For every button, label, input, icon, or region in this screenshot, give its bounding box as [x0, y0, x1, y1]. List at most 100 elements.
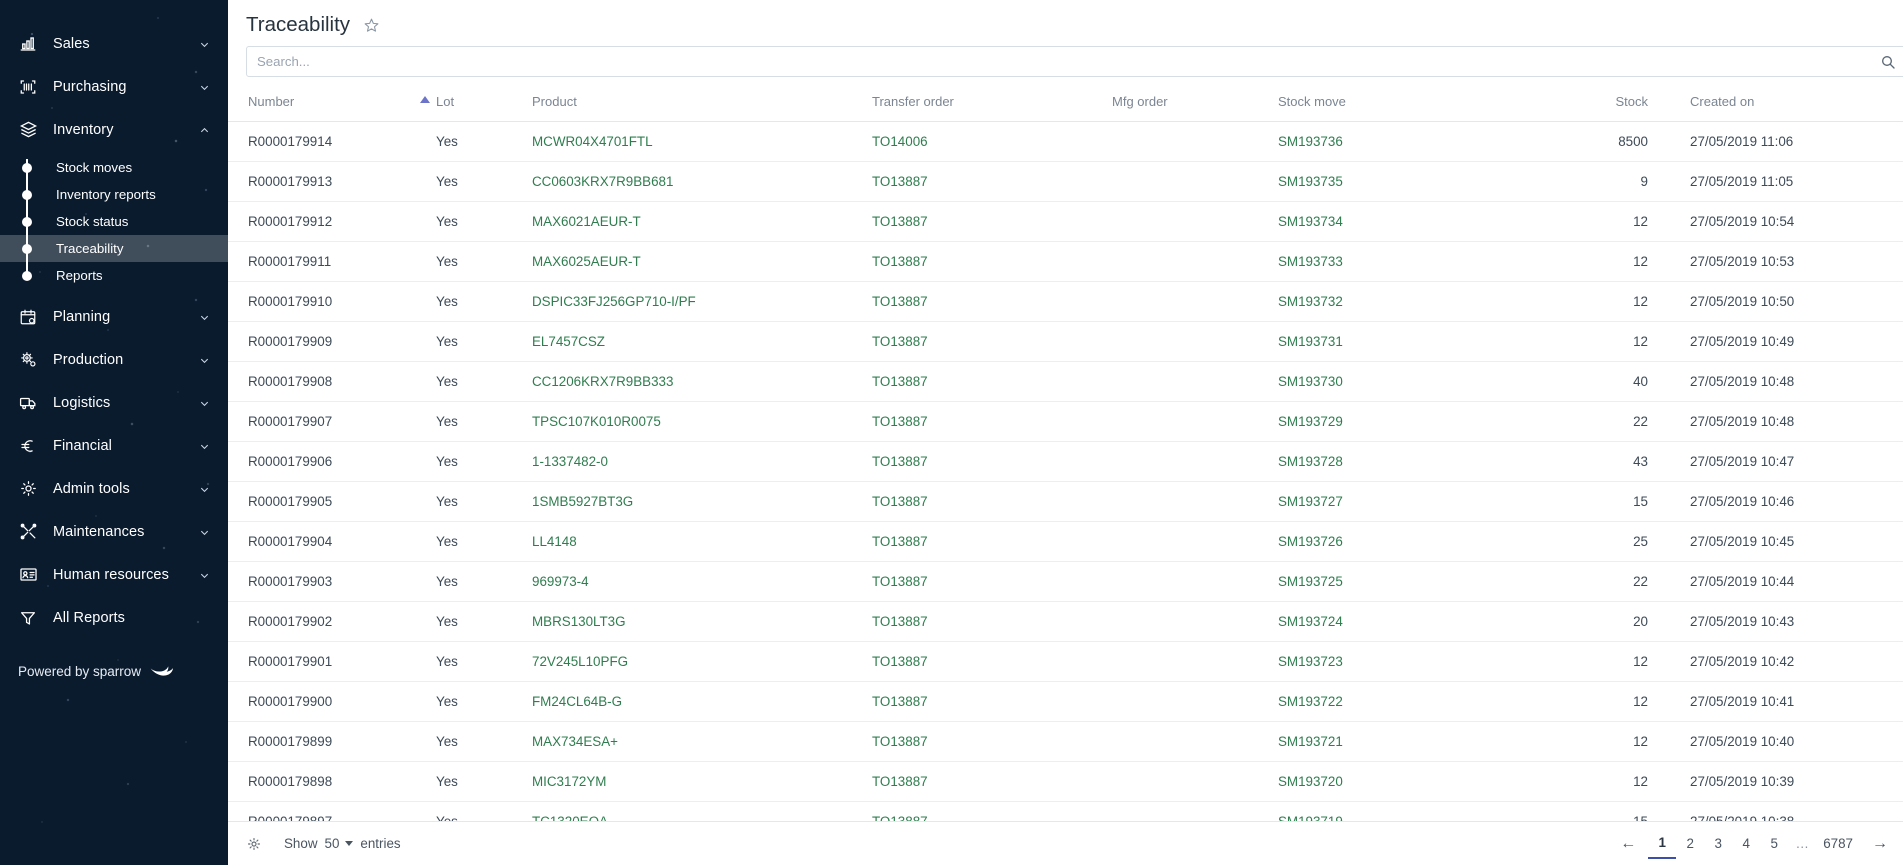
cell-transfer-order-link[interactable]: TO13887 — [872, 321, 1112, 362]
table-row[interactable]: R0000179912 Yes MAX6021AEUR-T TO13887 SM1937… — [228, 201, 1903, 242]
table-row[interactable]: R0000179897YesTC1320EOATO13887 SM19371915… — [228, 801, 1903, 821]
column-header-transfer-order[interactable]: Transfer order — [872, 88, 1112, 122]
table-row[interactable]: R0000179905 Yes 1SMB5927BT3G TO13887 SM19372… — [228, 481, 1903, 522]
pagination-page-3[interactable]: 3 — [1704, 829, 1732, 859]
table-row[interactable]: R0000179898 Yes MIC3172YM TO13887 SM193720 12… — [228, 761, 1903, 802]
table-row[interactable]: R0000179906 Yes 1-1337482-0 TO13887 SM193728… — [228, 441, 1903, 482]
cell-product-link[interactable]: TPSC107K010R0075 — [532, 401, 872, 442]
cell-stock-move-link[interactable]: SM193730 — [1278, 361, 1538, 402]
table-row[interactable]: R0000179910 Yes DSPIC33FJ256GP710-I/PF TO13… — [228, 281, 1903, 322]
cell-transfer-order-link[interactable]: TO13887 — [872, 401, 1112, 442]
cell-transfer-order-link[interactable]: TO13887 — [872, 361, 1112, 402]
cell-product-link[interactable]: MAX6025AEUR-T — [532, 241, 872, 282]
chevron-down-icon[interactable] — [199, 484, 210, 495]
column-header-created-on[interactable]: Created on — [1672, 88, 1903, 122]
pagination-page-1[interactable]: 1 — [1648, 829, 1677, 859]
sidebar-item-purchasing[interactable]: Purchasing — [0, 65, 228, 108]
cell-transfer-order-link[interactable]: TO13887 — [872, 801, 1112, 821]
chevron-up-icon[interactable] — [199, 125, 210, 136]
pagination-page-4[interactable]: 4 — [1732, 829, 1760, 859]
cell-transfer-order-link[interactable]: TO13887 — [872, 281, 1112, 322]
table-row[interactable]: R0000179899 Yes MAX734ESA+ TO13887 SM193721 1… — [228, 721, 1903, 762]
sidebar-item-planning[interactable]: Planning — [0, 295, 228, 338]
cell-transfer-order-link[interactable]: TO13887 — [872, 641, 1112, 682]
cell-stock-move-link[interactable]: SM193732 — [1278, 281, 1538, 322]
cell-transfer-order-link[interactable]: TO13887 — [872, 161, 1112, 202]
chevron-down-icon[interactable] — [199, 527, 210, 538]
cell-stock-move-link[interactable]: SM193731 — [1278, 321, 1538, 362]
column-header-stock-move[interactable]: Stock move — [1278, 88, 1538, 122]
cell-product-link[interactable]: CC1206KRX7R9BB333 — [532, 361, 872, 402]
cell-stock-move-link[interactable]: SM193725 — [1278, 561, 1538, 602]
table-row[interactable]: R0000179913 Yes CC0603KRX7R9BB681 TO13887 SM… — [228, 161, 1903, 202]
table-row[interactable]: R0000179907 Yes TPSC107K010R0075 TO13887 SM1… — [228, 401, 1903, 442]
sidebar-item-inventory-reports[interactable]: Inventory reports — [0, 181, 228, 208]
sidebar-item-admin-tools[interactable]: Admin tools — [0, 467, 228, 510]
star-icon[interactable] — [363, 17, 380, 34]
cell-product-link[interactable]: LL4148 — [532, 521, 872, 562]
table-row[interactable]: R0000179904 Yes LL4148 TO13887 SM193726 25 27/… — [228, 521, 1903, 562]
cell-stock-move-link[interactable]: SM193724 — [1278, 601, 1538, 642]
sidebar-item-logistics[interactable]: Logistics — [0, 381, 228, 424]
cell-product-link[interactable]: 969973-4 — [532, 561, 872, 602]
cell-product-link[interactable]: FM24CL64B-G — [532, 681, 872, 722]
cell-stock-move-link[interactable]: SM193720 — [1278, 761, 1538, 802]
entries-dropdown[interactable]: 50 — [325, 836, 354, 851]
cell-product-link[interactable]: DSPIC33FJ256GP710-I/PF — [532, 281, 872, 322]
cell-transfer-order-link[interactable]: TO14006 — [872, 121, 1112, 162]
sidebar-item-traceability[interactable]: Traceability — [0, 235, 228, 262]
cell-product-link[interactable]: 72V245L10PFG — [532, 641, 872, 682]
pagination-page-6787[interactable]: 6787 — [1816, 829, 1860, 859]
table-row[interactable]: R0000179900 Yes FM24CL64B-G TO13887 SM193722… — [228, 681, 1903, 722]
cell-product-link[interactable]: MAX6021AEUR-T — [532, 201, 872, 242]
search-icon[interactable] — [1876, 54, 1903, 70]
cell-stock-move-link[interactable]: SM193735 — [1278, 161, 1538, 202]
table-row[interactable]: R0000179911 Yes MAX6025AEUR-T TO13887 SM1937… — [228, 241, 1903, 282]
table-row[interactable]: R0000179903 Yes 969973-4 TO13887 SM193725 22 2… — [228, 561, 1903, 602]
sidebar-item-all-reports[interactable]: All Reports — [0, 596, 228, 639]
table-row[interactable]: R0000179909 Yes EL7457CSZ TO13887 SM193731 12… — [228, 321, 1903, 362]
sidebar-item-production[interactable]: Production — [0, 338, 228, 381]
chevron-down-icon[interactable] — [199, 570, 210, 581]
chevron-down-icon[interactable] — [199, 82, 210, 93]
pagination-page-2[interactable]: 2 — [1676, 829, 1704, 859]
cell-stock-move-link[interactable]: SM193723 — [1278, 641, 1538, 682]
cell-product-link[interactable]: CC0603KRX7R9BB681 — [532, 161, 872, 202]
cell-transfer-order-link[interactable]: TO13887 — [872, 721, 1112, 762]
cell-stock-move-link[interactable]: SM193721 — [1278, 721, 1538, 762]
pagination-next-button[interactable]: → — [1860, 829, 1900, 859]
chevron-down-icon[interactable] — [199, 441, 210, 452]
cell-product-link[interactable]: 1-1337482-0 — [532, 441, 872, 482]
column-header-stock[interactable]: Stock — [1538, 88, 1672, 122]
search-box[interactable] — [246, 46, 1903, 77]
sidebar-item-financial[interactable]: Financial — [0, 424, 228, 467]
column-header-lot[interactable]: Lot — [420, 88, 532, 122]
cell-transfer-order-link[interactable]: TO13887 — [872, 481, 1112, 522]
cell-product-link[interactable]: 1SMB5927BT3G — [532, 481, 872, 522]
chevron-down-icon[interactable] — [199, 398, 210, 409]
sidebar-item-human-resources[interactable]: Human resources — [0, 553, 228, 596]
chevron-down-icon[interactable] — [199, 312, 210, 323]
sidebar-item-stock-status[interactable]: Stock status — [0, 208, 228, 235]
sidebar-item-maintenances[interactable]: Maintenances — [0, 510, 228, 553]
gear-icon[interactable] — [246, 836, 262, 852]
cell-stock-move-link[interactable]: SM193719 — [1278, 801, 1538, 821]
cell-stock-move-link[interactable]: SM193733 — [1278, 241, 1538, 282]
pagination-prev-button[interactable]: ← — [1608, 829, 1648, 859]
cell-product-link[interactable]: EL7457CSZ — [532, 321, 872, 362]
cell-transfer-order-link[interactable]: TO13887 — [872, 761, 1112, 802]
cell-stock-move-link[interactable]: SM193727 — [1278, 481, 1538, 522]
cell-stock-move-link[interactable]: SM193736 — [1278, 121, 1538, 162]
cell-transfer-order-link[interactable]: TO13887 — [872, 601, 1112, 642]
cell-transfer-order-link[interactable]: TO13887 — [872, 441, 1112, 482]
cell-transfer-order-link[interactable]: TO13887 — [872, 521, 1112, 562]
cell-stock-move-link[interactable]: SM193722 — [1278, 681, 1538, 722]
column-header-mfg-order[interactable]: Mfg order — [1112, 88, 1278, 122]
cell-transfer-order-link[interactable]: TO13887 — [872, 201, 1112, 242]
table-row[interactable]: R0000179901 Yes 72V245L10PFG TO13887 SM19372… — [228, 641, 1903, 682]
table-row[interactable]: R0000179908 Yes CC1206KRX7R9BB333 TO13887 SM… — [228, 361, 1903, 402]
cell-product-link[interactable]: MBRS130LT3G — [532, 601, 872, 642]
cell-stock-move-link[interactable]: SM193734 — [1278, 201, 1538, 242]
sidebar-item-stock-moves[interactable]: Stock moves — [0, 154, 228, 181]
table-row[interactable]: R0000179902 Yes MBRS130LT3G TO13887 SM193724… — [228, 601, 1903, 642]
